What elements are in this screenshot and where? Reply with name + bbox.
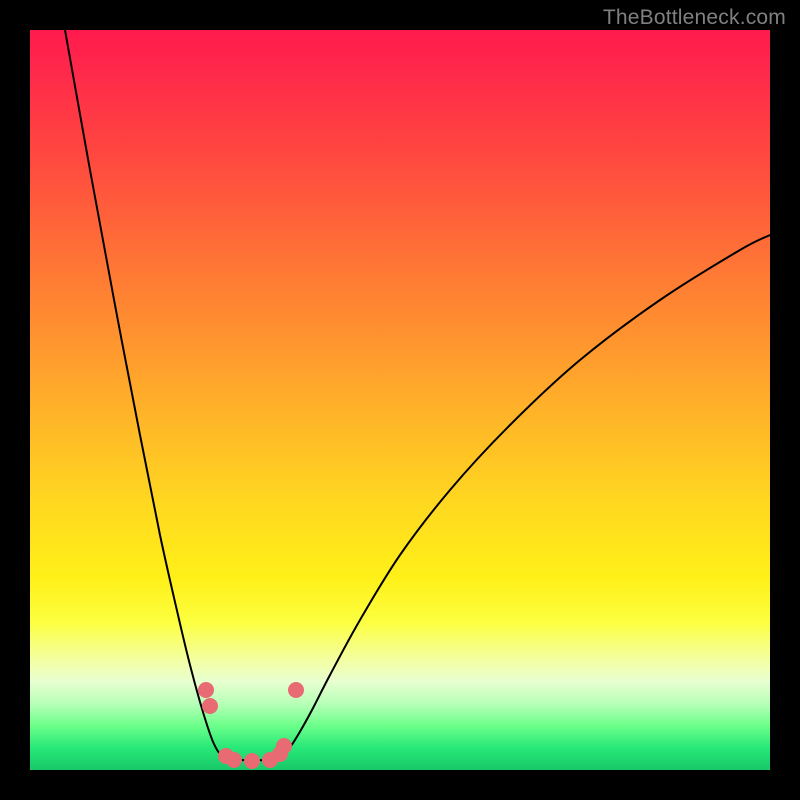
marker-point bbox=[288, 682, 304, 698]
marker-point bbox=[226, 752, 242, 768]
curve-left-curve bbox=[65, 30, 255, 760]
watermark-text: TheBottleneck.com bbox=[603, 6, 786, 30]
curve-layer bbox=[30, 30, 770, 770]
marker-point bbox=[198, 682, 214, 698]
marker-point bbox=[244, 753, 260, 769]
marker-point bbox=[202, 698, 218, 714]
outer-frame: TheBottleneck.com bbox=[0, 0, 800, 800]
curve-right-curve bbox=[255, 235, 770, 760]
marker-point bbox=[276, 738, 292, 754]
